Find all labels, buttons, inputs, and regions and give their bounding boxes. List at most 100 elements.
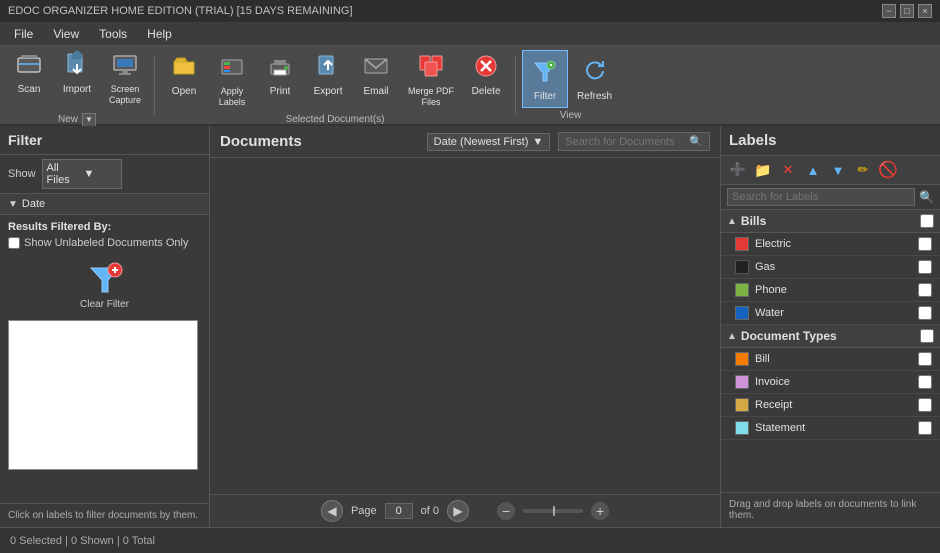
zoom-slider[interactable] [523,509,583,513]
phone-color [735,283,749,297]
filter-date-arrow: ▼ [8,199,18,210]
receipt-color [735,398,749,412]
page-of-label: of 0 [421,505,439,517]
delete-label-button[interactable]: 🚫 [877,159,899,181]
phone-checkbox[interactable] [918,283,932,297]
scan-button[interactable]: Scan [6,43,52,111]
bill-checkbox[interactable] [918,352,932,366]
clear-filter-label: Clear Filter [80,299,129,310]
clear-filter-icon [85,259,125,299]
next-page-button[interactable]: ▶ [447,500,469,522]
filter-date-row[interactable]: ▼ Date [0,194,209,215]
export-icon [312,50,344,82]
zoom-controls: − + [497,502,609,520]
gas-checkbox[interactable] [918,260,932,274]
page-number-input[interactable] [385,503,413,519]
refresh-button[interactable]: Refresh [570,50,619,108]
screen-capture-button[interactable]: ScreenCapture [102,43,148,111]
receipt-label-name: Receipt [755,399,912,411]
bills-collapse-icon: ▲ [727,216,737,227]
menu-view[interactable]: View [43,24,89,44]
edit-label-button[interactable]: ✏ [852,159,874,181]
statement-checkbox[interactable] [918,421,932,435]
show-unlabeled-label: Show Unlabeled Documents Only [24,237,188,249]
invoice-label-name: Invoice [755,376,912,388]
add-label-button[interactable]: ➕ [727,159,749,181]
labels-search-area: 🔍 [721,185,940,210]
labels-footer: Drag and drop labels on documents to lin… [721,492,940,527]
zoom-in-button[interactable]: + [591,502,609,520]
filter-label: Filter [534,91,556,103]
main-area: Filter Show All Files ▼ ▼ Date Results F… [0,126,940,527]
water-checkbox[interactable] [918,306,932,320]
close-button[interactable]: × [918,4,932,18]
menu-tools[interactable]: Tools [89,24,137,44]
phone-label-name: Phone [755,284,912,296]
move-up-label-button[interactable]: ▲ [802,159,824,181]
import-label: Import [63,84,91,96]
open-label: Open [172,86,196,98]
title-bar-controls: − □ × [882,4,932,18]
scan-icon [13,48,45,80]
label-item-receipt: Receipt [721,394,940,417]
zoom-out-button[interactable]: − [497,502,515,520]
labels-panel: Labels ➕ 📁 ✕ ▲ ▼ ✏ 🚫 🔍 ▲ Bills Electric [720,126,940,527]
label-item-water: Water [721,302,940,325]
delete-button[interactable]: Delete [463,45,509,113]
documents-title: Documents [220,133,419,150]
email-label: Email [364,86,389,98]
email-button[interactable]: Email [353,45,399,113]
export-button[interactable]: Export [305,45,351,113]
import-button[interactable]: Import [54,43,100,111]
statement-label-name: Statement [755,422,912,434]
print-button[interactable]: Print [257,45,303,113]
filter-show-row: Show All Files ▼ [0,155,209,194]
prev-page-button[interactable]: ◀ [321,500,343,522]
labels-search-input[interactable] [727,188,915,206]
open-button[interactable]: Open [161,45,207,113]
merge-pdf-button[interactable]: Merge PDFFiles [401,45,461,113]
search-icon: 🔍 [689,135,703,148]
bills-group-name: Bills [741,214,916,228]
minimize-button[interactable]: − [882,4,896,18]
labels-toolbar: ➕ 📁 ✕ ▲ ▼ ✏ 🚫 [721,156,940,185]
documents-search[interactable]: 🔍 [558,132,710,151]
sort-value: Date (Newest First) [434,136,529,148]
refresh-icon [579,55,611,87]
doctypes-collapse-icon: ▲ [727,331,737,342]
documents-sort-dropdown[interactable]: Date (Newest First) ▼ [427,133,551,151]
invoice-checkbox[interactable] [918,375,932,389]
filter-show-arrow: ▼ [84,168,117,180]
filter-date-label: Date [22,198,45,210]
document-types-group-header[interactable]: ▲ Document Types [721,325,940,348]
bill-label-name: Bill [755,353,912,365]
document-types-group-name: Document Types [741,329,916,343]
new-dropdown-button[interactable]: ▼ [82,113,96,127]
new-group-label: New [58,114,78,125]
maximize-button[interactable]: □ [900,4,914,18]
import-icon [61,48,93,80]
apply-labels-label: ApplyLabels [219,86,246,108]
move-down-label-button[interactable]: ▼ [827,159,849,181]
documents-panel: Documents Date (Newest First) ▼ 🔍 ◀ Page… [210,126,720,527]
doctypes-group-checkbox[interactable] [920,329,934,343]
label-item-invoice: Invoice [721,371,940,394]
gas-color [735,260,749,274]
menu-file[interactable]: File [4,24,43,44]
email-icon [360,50,392,82]
page-label: Page [351,505,377,517]
bills-group-header[interactable]: ▲ Bills [721,210,940,233]
status-text: 0 Selected | 0 Shown | 0 Total [10,535,155,547]
filter-show-dropdown[interactable]: All Files ▼ [42,159,122,189]
clear-filter-button[interactable]: Clear Filter [75,259,135,310]
folder-label-button[interactable]: 📁 [752,159,774,181]
remove-label-button[interactable]: ✕ [777,159,799,181]
electric-checkbox[interactable] [918,237,932,251]
show-unlabeled-checkbox[interactable] [8,237,20,249]
menu-help[interactable]: Help [137,24,182,44]
receipt-checkbox[interactable] [918,398,932,412]
documents-search-input[interactable] [565,136,685,148]
filter-button[interactable]: Filter [522,50,568,108]
bills-group-checkbox[interactable] [920,214,934,228]
apply-labels-button[interactable]: ApplyLabels [209,45,255,113]
